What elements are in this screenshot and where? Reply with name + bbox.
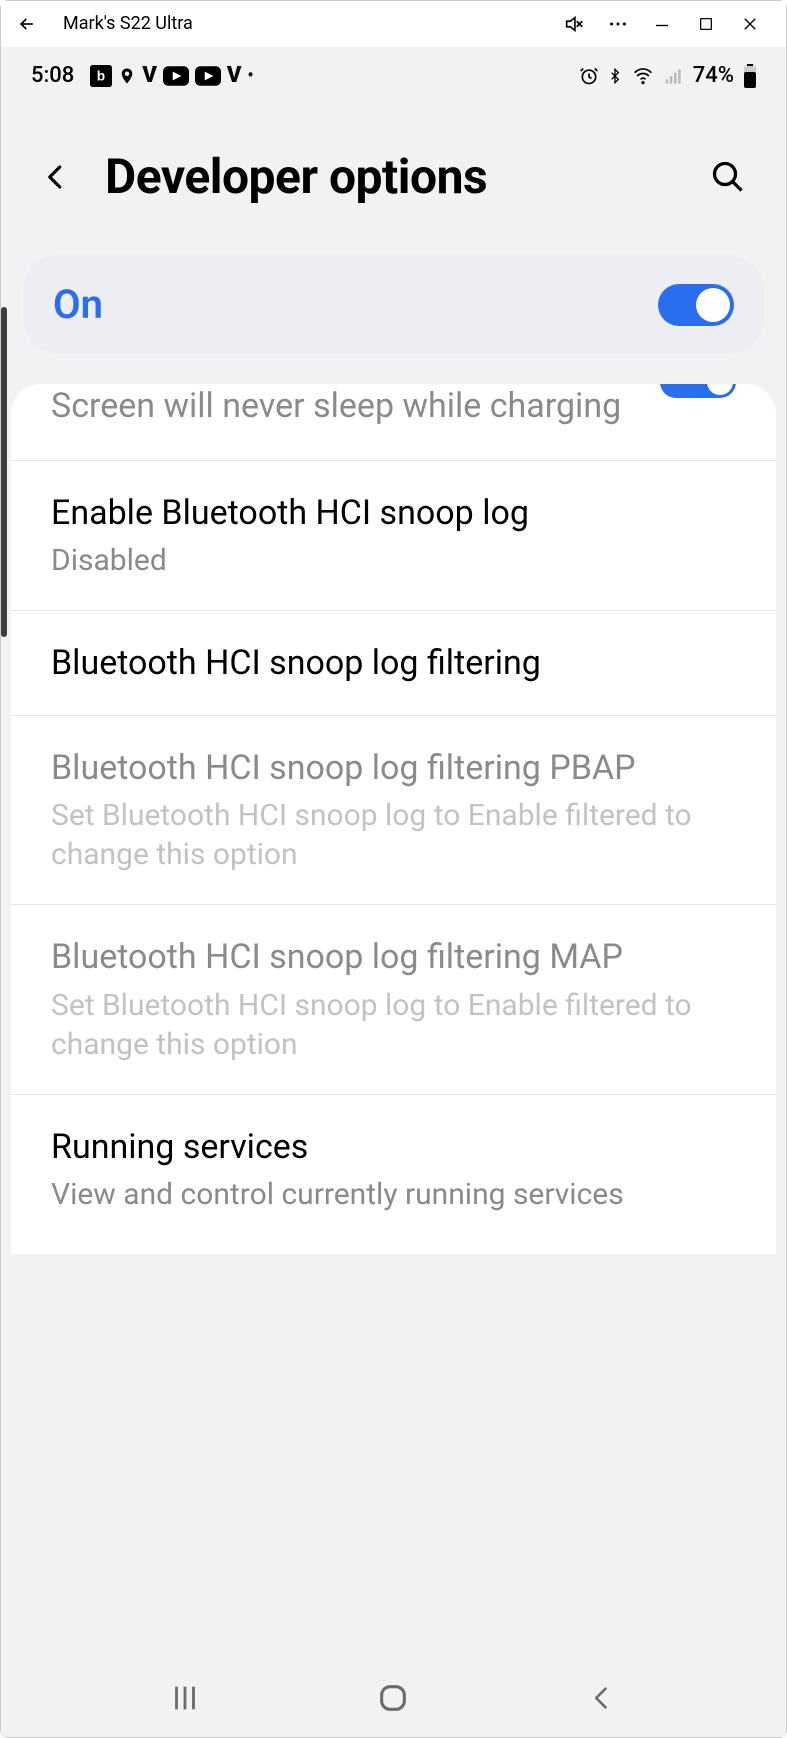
home-button[interactable]	[363, 1668, 423, 1728]
bt-hci-filter-map-row: Bluetooth HCI snoop log filtering MAP Se…	[11, 904, 776, 1093]
location-icon	[118, 65, 136, 87]
back-button[interactable]	[41, 155, 85, 199]
v-icon: V	[142, 63, 157, 88]
recents-button[interactable]	[155, 1668, 215, 1728]
battery-icon	[742, 64, 758, 88]
battery-percent: 74%	[693, 63, 734, 88]
search-button[interactable]	[706, 155, 750, 199]
alarm-icon	[579, 66, 599, 86]
settings-list[interactable]: Screen will never sleep while charging E…	[1, 384, 786, 1659]
phone-screen: 5:08 b V V • 74% Developer options	[1, 47, 786, 1737]
stay-awake-switch[interactable]	[660, 384, 736, 398]
master-toggle-row[interactable]: On	[23, 255, 764, 354]
status-bar: 5:08 b V V • 74%	[1, 47, 786, 98]
maximize-button[interactable]	[684, 2, 728, 46]
status-time: 5:08	[31, 63, 74, 88]
row-title: Bluetooth HCI snoop log filtering MAP	[51, 935, 736, 979]
row-title: Bluetooth HCI snoop log filtering PBAP	[51, 746, 736, 790]
bt-hci-snoop-row[interactable]: Enable Bluetooth HCI snoop log Disabled	[11, 460, 776, 610]
nav-back-button[interactable]	[572, 1668, 632, 1728]
youtube-icon-2	[195, 66, 221, 86]
more-icon[interactable]	[596, 2, 640, 46]
stay-awake-desc: Screen will never sleep while charging	[51, 384, 660, 430]
v-icon-2: V	[227, 63, 242, 88]
dot-icon: •	[247, 65, 253, 86]
bt-hci-filter-row[interactable]: Bluetooth HCI snoop log filtering	[11, 610, 776, 715]
row-subtitle: Set Bluetooth HCI snoop log to Enable fi…	[51, 796, 736, 874]
master-toggle-label: On	[53, 281, 103, 328]
page-header: Developer options	[1, 98, 786, 255]
stay-awake-row[interactable]: Screen will never sleep while charging	[11, 384, 776, 460]
row-subtitle: Set Bluetooth HCI snoop log to Enable fi…	[51, 986, 736, 1064]
row-title: Running services	[51, 1125, 736, 1169]
row-title: Enable Bluetooth HCI snoop log	[51, 491, 736, 535]
svg-text:b: b	[97, 68, 105, 83]
window-chrome: Mark's S22 Ultra	[1, 1, 786, 47]
bluetooth-icon	[607, 65, 623, 87]
row-subtitle: View and control currently running servi…	[51, 1175, 736, 1214]
master-toggle-switch[interactable]	[658, 284, 734, 326]
window-back-button[interactable]	[15, 12, 39, 36]
signal-icon	[663, 66, 685, 86]
youtube-icon-1	[163, 66, 189, 86]
minimize-button[interactable]	[640, 2, 684, 46]
page-title: Developer options	[105, 148, 487, 205]
wifi-icon	[631, 66, 655, 86]
close-button[interactable]	[728, 2, 772, 46]
row-subtitle: Disabled	[51, 541, 736, 580]
bt-hci-filter-pbap-row: Bluetooth HCI snoop log filtering PBAP S…	[11, 715, 776, 904]
navigation-bar	[1, 1659, 786, 1737]
app-b-icon: b	[90, 65, 112, 87]
running-services-row[interactable]: Running services View and control curren…	[11, 1094, 776, 1244]
window-title: Mark's S22 Ultra	[63, 13, 193, 34]
mute-icon[interactable]	[552, 2, 596, 46]
row-title: Bluetooth HCI snoop log filtering	[51, 641, 736, 685]
